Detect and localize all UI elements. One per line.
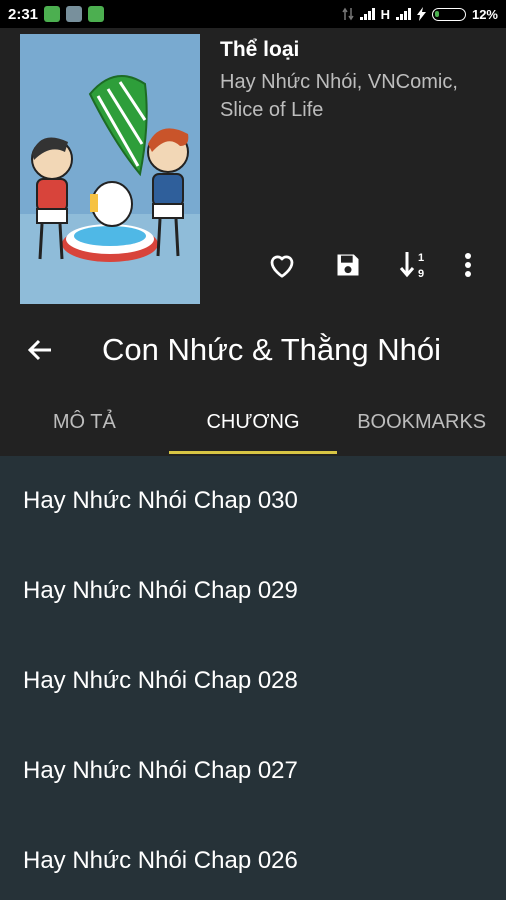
app-notification-icon xyxy=(66,6,83,22)
status-bar: 2:31 H 12% xyxy=(0,0,506,28)
chapter-row[interactable]: Hay Nhức Nhói Chap 029 xyxy=(0,546,506,636)
battery-icon xyxy=(431,7,466,21)
chapter-row[interactable]: Hay Nhức Nhói Chap 026 xyxy=(0,816,506,900)
back-button[interactable] xyxy=(22,332,58,368)
android-notification-icon-2 xyxy=(88,6,105,22)
network-type: H xyxy=(380,6,390,22)
floppy-icon xyxy=(337,254,359,276)
more-vertical-icon xyxy=(465,253,471,277)
svg-text:1: 1 xyxy=(418,252,424,264)
sort-numeric-icon: 1 9 xyxy=(399,252,424,280)
tab-chapters[interactable]: CHƯƠNG xyxy=(168,394,338,456)
signal-strength-icon xyxy=(359,8,375,20)
signal-strength-icon-2 xyxy=(395,8,411,20)
action-bar: 1 9 xyxy=(260,248,490,282)
status-right: H 12% xyxy=(341,6,498,22)
save-button[interactable] xyxy=(328,248,368,282)
genre-heading: Thể loại xyxy=(220,38,300,61)
cover-illustration xyxy=(20,34,200,304)
app-bar: Con Nhức & Thằng Nhói xyxy=(0,318,506,386)
chapter-row[interactable]: Hay Nhức Nhói Chap 030 xyxy=(0,456,506,546)
sort-button[interactable]: 1 9 xyxy=(394,248,434,282)
manga-header: Thể loại Hay Nhức Nhói, VNComic, Slice o… xyxy=(0,28,506,456)
data-transfer-icon xyxy=(341,7,354,21)
tab-bookmarks[interactable]: BOOKMARKS xyxy=(337,394,506,456)
tab-bar: MÔ TẢ CHƯƠNG BOOKMARKS xyxy=(0,394,506,456)
battery-percent: 12% xyxy=(471,6,498,22)
page-title: Con Nhức & Thằng Nhói xyxy=(102,332,441,367)
tab-description[interactable]: MÔ TẢ xyxy=(0,394,169,456)
status-left: 2:31 xyxy=(8,5,105,23)
favorite-button[interactable] xyxy=(262,248,302,282)
chapter-row[interactable]: Hay Nhức Nhói Chap 028 xyxy=(0,636,506,726)
arrow-left-icon xyxy=(27,339,51,361)
genre-value: Hay Nhức Nhói, VNComic, Slice of Life xyxy=(220,71,458,121)
android-notification-icon xyxy=(44,6,61,22)
chapter-row[interactable]: Hay Nhức Nhói Chap 027 xyxy=(0,726,506,816)
status-time: 2:31 xyxy=(8,5,39,23)
cover-image xyxy=(20,34,200,304)
more-options-button[interactable] xyxy=(448,248,488,282)
heart-outline-icon xyxy=(270,255,294,278)
chapter-list: Hay Nhức Nhói Chap 030 Hay Nhức Nhói Cha… xyxy=(0,456,506,900)
svg-text:9: 9 xyxy=(418,268,424,280)
charging-bolt-icon xyxy=(416,7,426,21)
